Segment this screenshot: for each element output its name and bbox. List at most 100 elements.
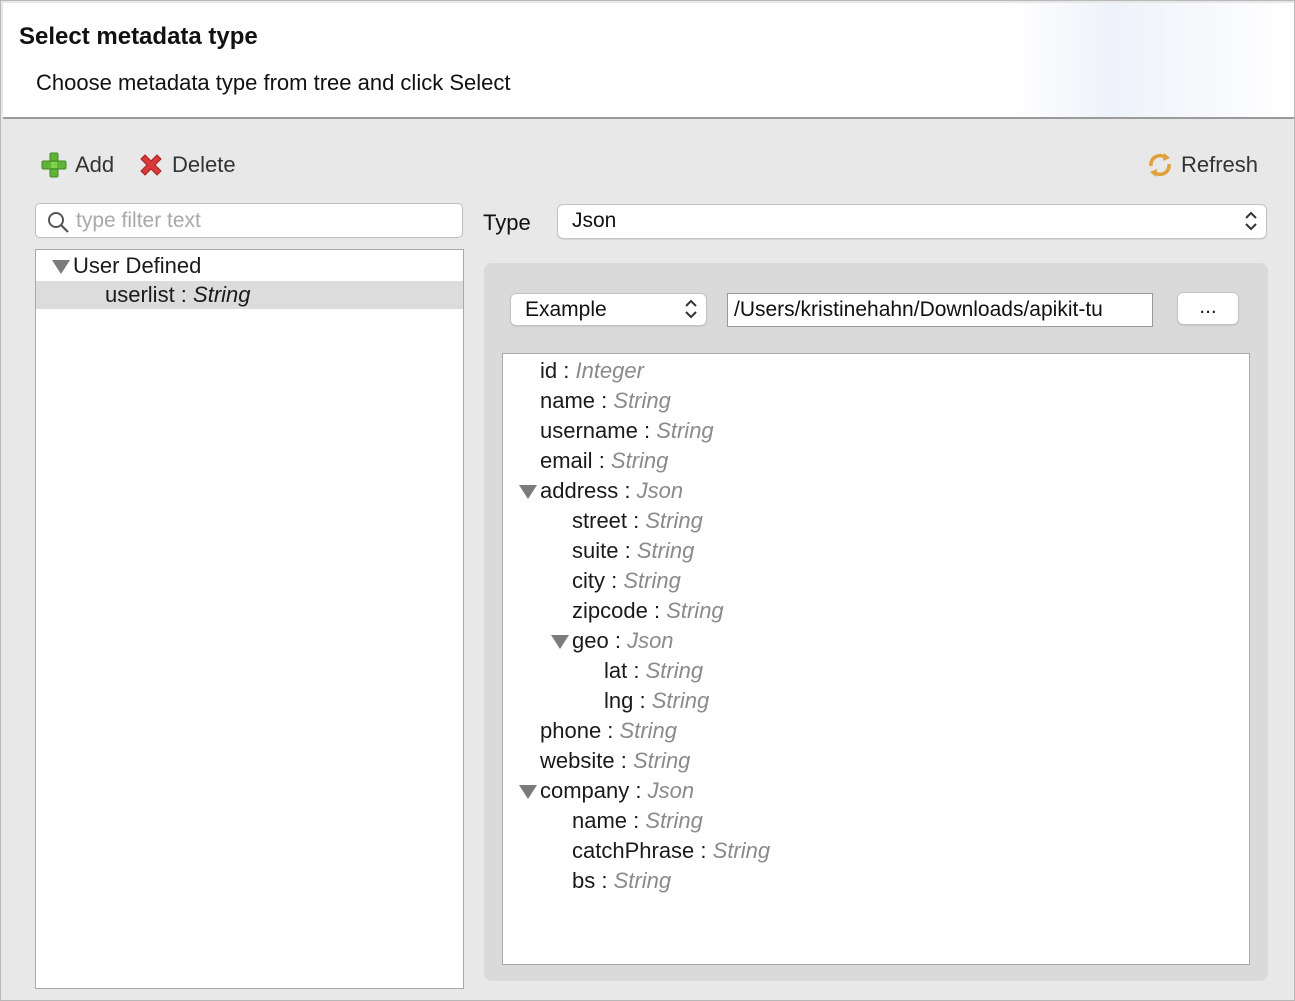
structure-node-name: phone: [540, 718, 602, 743]
structure-tree-row[interactable]: street : String: [503, 506, 1249, 536]
structure-node-label: geo : Json: [572, 626, 674, 656]
structure-tree[interactable]: id : Integer name : String username : Stri…: [502, 353, 1250, 965]
filter-input[interactable]: [74, 206, 454, 235]
example-path-field[interactable]: [727, 293, 1153, 327]
structure-node-name: website: [540, 748, 615, 773]
tree-group-user-defined[interactable]: User Defined: [36, 252, 463, 280]
expand-triangle-icon[interactable]: [551, 635, 569, 649]
tree-item-name: userlist: [105, 282, 175, 307]
structure-node-label: phone : String: [540, 716, 677, 746]
metadata-tree[interactable]: User Defined userlist : String: [35, 249, 464, 989]
structure-node-separator: :: [592, 448, 611, 473]
structure-node-label: city : String: [572, 566, 681, 596]
structure-node-separator: :: [627, 658, 646, 683]
structure-node-label: catchPhrase : String: [572, 836, 770, 866]
refresh-button-label: Refresh: [1181, 152, 1259, 177]
structure-node-separator: :: [605, 568, 624, 593]
structure-node-name: name: [540, 388, 596, 413]
structure-node-name: street: [572, 508, 628, 533]
dialog-header: Select metadata type Choose metadata typ…: [3, 3, 1294, 119]
structure-node-separator: :: [637, 418, 657, 443]
expand-triangle-icon[interactable]: [52, 260, 70, 274]
structure-node-separator: :: [595, 388, 614, 413]
structure-node-type: String: [645, 808, 703, 833]
delete-button[interactable]: Delete: [136, 149, 236, 181]
structure-node-label: email : String: [540, 446, 668, 476]
structure-tree-row[interactable]: geo : Json: [503, 626, 1249, 656]
structure-tree-row[interactable]: bs : String: [503, 866, 1249, 896]
structure-node-type: String: [613, 868, 672, 893]
structure-node-type: String: [610, 448, 669, 473]
expand-triangle-icon[interactable]: [519, 785, 537, 799]
source-mode-value: Example: [525, 298, 607, 321]
structure-node-separator: :: [595, 868, 614, 893]
structure-tree-row[interactable]: address : Json: [503, 476, 1249, 506]
delete-x-icon: [136, 150, 166, 180]
tree-item-userlist[interactable]: userlist : String: [36, 281, 463, 309]
structure-tree-row[interactable]: lat : String: [503, 656, 1249, 686]
structure-tree-row[interactable]: username : String: [503, 416, 1249, 446]
dialog-subtitle: Choose metadata type from tree and click…: [36, 70, 511, 95]
expand-triangle-icon[interactable]: [519, 485, 537, 499]
browse-button[interactable]: ...: [1177, 292, 1239, 325]
structure-node-type: String: [666, 598, 724, 623]
refresh-icon: [1145, 150, 1175, 180]
structure-node-separator: :: [647, 598, 667, 623]
structure-tree-row[interactable]: city : String: [503, 566, 1249, 596]
structure-node-name: company: [540, 778, 630, 803]
structure-node-label: website : String: [540, 746, 690, 776]
structure-node-type: String: [632, 748, 691, 773]
structure-node-label: address : Json: [540, 476, 683, 506]
structure-node-name: lat: [604, 658, 628, 683]
example-path-input[interactable]: [728, 294, 1152, 326]
plus-icon: [39, 150, 69, 180]
source-mode-select[interactable]: Example: [510, 293, 707, 326]
structure-node-type: Integer: [575, 358, 644, 383]
add-button[interactable]: Add: [39, 149, 114, 181]
structure-tree-row[interactable]: name : String: [503, 386, 1249, 416]
structure-tree-row[interactable]: email : String: [503, 446, 1249, 476]
structure-tree-row[interactable]: phone : String: [503, 716, 1249, 746]
structure-node-label: street : String: [572, 506, 703, 536]
structure-tree-row[interactable]: lng : String: [503, 686, 1249, 716]
structure-node-separator: :: [694, 838, 713, 863]
structure-tree-row[interactable]: company : Json: [503, 776, 1249, 806]
structure-node-separator: :: [629, 778, 648, 803]
structure-node-label: lng : String: [604, 686, 709, 716]
updown-chevron-icon: [1244, 209, 1258, 243]
structure-tree-row[interactable]: suite : String: [503, 536, 1249, 566]
structure-node-label: lat : String: [604, 656, 703, 686]
type-select[interactable]: Json: [557, 204, 1267, 239]
structure-node-label: name : String: [540, 386, 671, 416]
structure-node-label: bs : String: [572, 866, 671, 896]
structure-node-separator: :: [627, 508, 646, 533]
structure-node-name: suite: [572, 538, 619, 563]
structure-node-type: String: [613, 388, 671, 413]
structure-node-type: String: [712, 838, 771, 863]
delete-button-label: Delete: [172, 152, 236, 177]
structure-node-name: name: [572, 808, 628, 833]
metadata-dialog: Select metadata type Choose metadata typ…: [0, 0, 1295, 1001]
structure-node-separator: :: [557, 358, 576, 383]
structure-node-separator: :: [618, 478, 637, 503]
structure-node-label: company : Json: [540, 776, 694, 806]
structure-tree-row[interactable]: name : String: [503, 806, 1249, 836]
structure-node-name: catchPhrase: [572, 838, 695, 863]
structure-node-name: lng: [604, 688, 634, 713]
structure-node-label: username : String: [540, 416, 714, 446]
tree-group-label: User Defined: [73, 253, 202, 278]
type-label: Type: [483, 210, 531, 235]
structure-node-name: username: [540, 418, 638, 443]
structure-node-type: String: [645, 658, 704, 683]
tree-item-separator: :: [174, 282, 194, 307]
structure-node-name: zipcode: [572, 598, 648, 623]
refresh-button[interactable]: Refresh: [1145, 149, 1258, 181]
type-select-value: Json: [572, 209, 617, 232]
structure-tree-row[interactable]: id : Integer: [503, 356, 1249, 386]
structure-tree-row[interactable]: website : String: [503, 746, 1249, 776]
structure-node-separator: :: [618, 538, 637, 563]
structure-tree-row[interactable]: catchPhrase : String: [503, 836, 1249, 866]
filter-field[interactable]: [35, 203, 463, 238]
structure-node-type: String: [619, 718, 678, 743]
structure-tree-row[interactable]: zipcode : String: [503, 596, 1249, 626]
